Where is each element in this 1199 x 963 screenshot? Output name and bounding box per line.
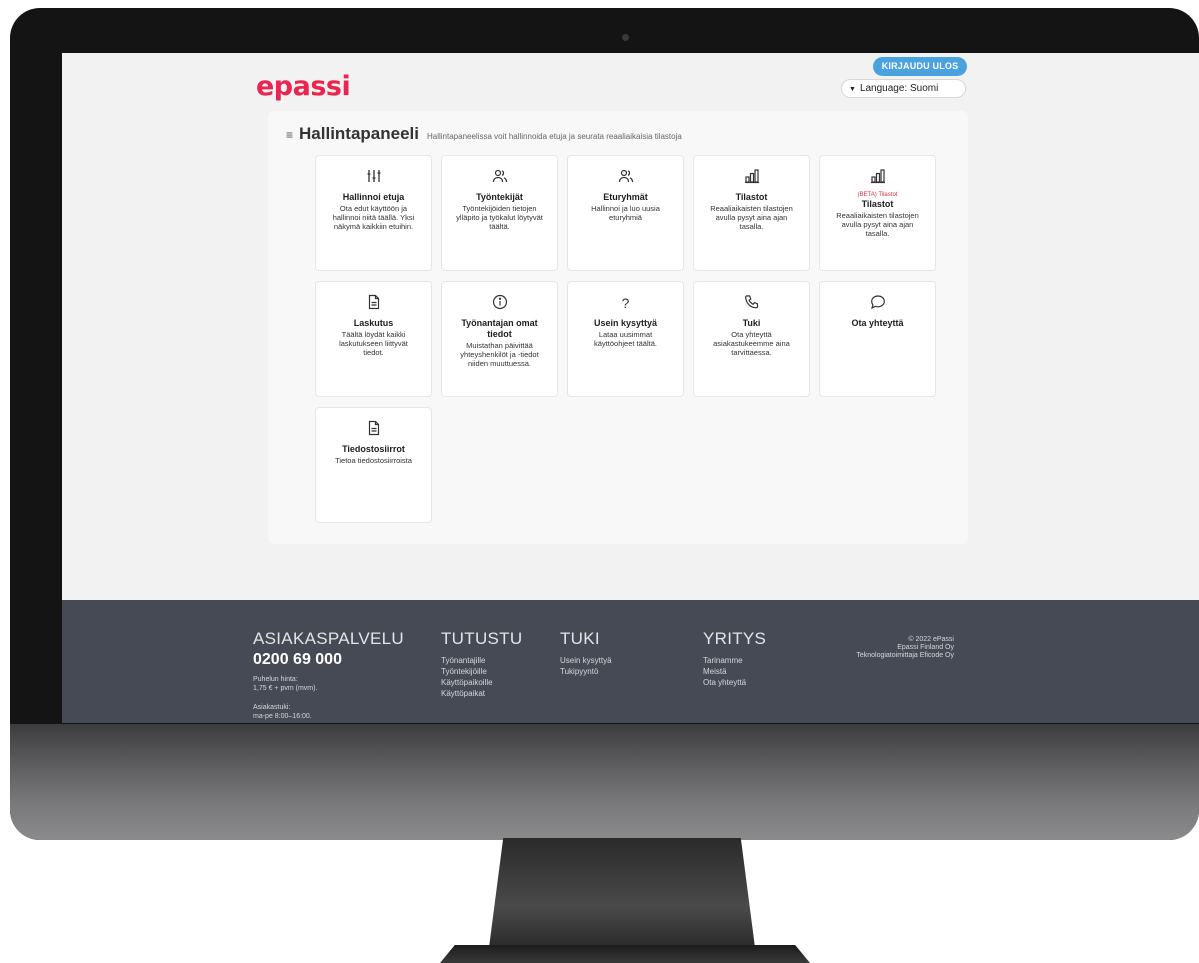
footer-link[interactable]: Käyttöpaikat (441, 688, 522, 699)
card-description: Työntekijöiden tietojen ylläpito ja työk… (456, 204, 543, 231)
card-title: Tiedostosiirrot (342, 444, 405, 454)
footer-heading: YRITYS (703, 629, 767, 648)
card-eturyhmat[interactable]: Eturyhmät Hallinnoi ja luo uusia eturyhm… (567, 155, 684, 271)
screen: epassi KIRJAUDU ULOS ▼ Language: Suomi ≡ … (62, 53, 1199, 723)
card-description: Lataa uusimmat käyttöohjeet täältä. (594, 330, 657, 348)
card-tiedostosiirrot[interactable]: Tiedostosiirrot Tietoa tiedostosiirroist… (315, 407, 432, 523)
footer-link[interactable]: Työntekijöille (441, 666, 522, 677)
card-title: Eturyhmät (603, 192, 648, 202)
card-title: Hallinnoi etuja (342, 192, 405, 202)
users-icon (442, 168, 557, 186)
card-title: Työnantajan omat tiedot (461, 318, 538, 339)
card-description: Täältä löydät kaikki laskutukseen liitty… (339, 330, 408, 357)
copyright-line: © 2022 ePassi (908, 636, 954, 643)
caret-down-icon: ▼ (849, 86, 856, 93)
card-description: Ota yhteyttä asiakastukeemme aina tarvit… (713, 330, 790, 357)
phone-icon (694, 294, 809, 312)
card-laskutus[interactable]: Laskutus Täältä löydät kaikki laskutukse… (315, 281, 432, 397)
card-title: Ota yhteyttä (851, 318, 904, 328)
card-description: Tietoa tiedostosiirroista (335, 456, 412, 465)
company-line: Epassi Finland Oy (897, 644, 954, 651)
footer-copyright: © 2022 ePassi Epassi Finland Oy Teknolog… (812, 636, 954, 660)
footer-link[interactable]: Tukipyyntö (560, 666, 612, 677)
support-hours: ma-pe 8:00–16:00. (253, 713, 312, 720)
card-usein-kysyttya[interactable]: ? Usein kysyttyä Lataa uusimmat käyttöoh… (567, 281, 684, 397)
card-hallinnoi-etuja[interactable]: Hallinnoi etuja Ota edut käyttöön ja hal… (315, 155, 432, 271)
users-icon (568, 168, 683, 186)
card-description: Hallinnoi ja luo uusia eturyhmiä (591, 204, 660, 222)
card-title: Laskutus (353, 318, 394, 328)
tech-partner-line: Teknologiatoimittaja Eficode Oy (856, 652, 954, 659)
card-tilastot[interactable]: Tilastot Reaaliaikaisten tilastojen avul… (693, 155, 810, 271)
monitor-stand (487, 838, 757, 963)
footer-link[interactable]: Meistä (703, 666, 766, 677)
footer-customer-service: ASIAKASPALVELU 0200 69 000 Puhelun hinta… (253, 629, 404, 721)
monitor-stand-base (440, 945, 810, 963)
chat-bubble-icon (820, 294, 935, 312)
card-title: Tuki (742, 318, 761, 328)
card-title: Tilastot (735, 192, 768, 202)
footer-link[interactable]: Käyttöpaikoille (441, 677, 522, 688)
card-description: Reaaliaikaisten tilastojen avulla pysyt … (710, 204, 793, 231)
document-icon (316, 294, 431, 312)
card-description: Ota edut käyttöön ja hallinnoi niitä tää… (332, 204, 415, 231)
bar-chart-icon (820, 168, 935, 186)
card-ota-yhteytta[interactable]: Ota yhteyttä (819, 281, 936, 397)
document-icon (316, 420, 431, 438)
card-title: Usein kysyttyä (593, 318, 658, 328)
language-select[interactable]: ▼ Language: Suomi (841, 79, 966, 98)
footer-heading: TUKI (560, 629, 600, 648)
page-title: Hallintapaneeli (299, 124, 419, 143)
monitor-chin (10, 724, 1199, 840)
footer-link[interactable]: Tarinamme (703, 655, 766, 666)
price-value: 1,75 € + pvm (mvm). (253, 685, 318, 692)
card-tuki[interactable]: Tuki Ota yhteyttä asiakastukeemme aina t… (693, 281, 810, 397)
card-title: Työntekijät (476, 192, 523, 202)
epassi-logo[interactable]: epassi (256, 71, 351, 102)
card-tilastot-beta[interactable]: (BETA) Tilastot Tilastot Reaaliaikaisten… (819, 155, 936, 271)
beta-badge: (BETA) Tilastot (857, 192, 898, 198)
support-label: Asiakastuki: (253, 704, 291, 711)
info-icon (442, 294, 557, 312)
card-description: Reaaliaikaisten tilastojen avulla pysyt … (836, 211, 919, 238)
card-title: Tilastot (861, 199, 894, 209)
language-label: Language: Suomi (859, 83, 939, 94)
footer-tuki: TUKI Usein kysyttyä Tukipyyntö (560, 629, 612, 677)
menu-icon[interactable]: ≡ (286, 128, 293, 142)
footer-link[interactable]: Työnantajille (441, 655, 522, 666)
sliders-icon (316, 168, 431, 186)
footer-link[interactable]: Ota yhteyttä (703, 677, 766, 688)
dashboard-panel: ≡ Hallintapaneeli Hallintapaneelissa voi… (268, 111, 968, 544)
price-label: Puhelun hinta: (253, 676, 298, 683)
footer-heading: ASIAKASPALVELU (253, 629, 404, 648)
panel-header: ≡ Hallintapaneeli Hallintapaneelissa voi… (286, 124, 682, 144)
page-subtitle: Hallintapaneelissa voit hallinnoida etuj… (427, 132, 682, 141)
camera-dot (622, 34, 629, 41)
logout-button[interactable]: KIRJAUDU ULOS (873, 57, 967, 76)
footer-yritys: YRITYS Tarinamme Meistä Ota yhteyttä (703, 629, 766, 688)
service-phone[interactable]: 0200 69 000 (253, 651, 404, 669)
card-tyonantajan-tiedot[interactable]: Työnantajan omat tiedot Muistathan päivi… (441, 281, 558, 397)
site-footer: ASIAKASPALVELU 0200 69 000 Puhelun hinta… (62, 600, 1199, 723)
footer-tutustu: TUTUSTU Työnantajille Työntekijöille Käy… (441, 629, 522, 699)
footer-heading: TUTUSTU (441, 629, 523, 648)
card-description: Muistathan päivittää yhteyshenkilöt ja -… (460, 341, 539, 368)
card-tyontekijat[interactable]: Työntekijät Työntekijöiden tietojen yllä… (441, 155, 558, 271)
footer-link[interactable]: Usein kysyttyä (560, 655, 612, 666)
question-icon: ? (621, 295, 630, 311)
bar-chart-icon (694, 168, 809, 186)
